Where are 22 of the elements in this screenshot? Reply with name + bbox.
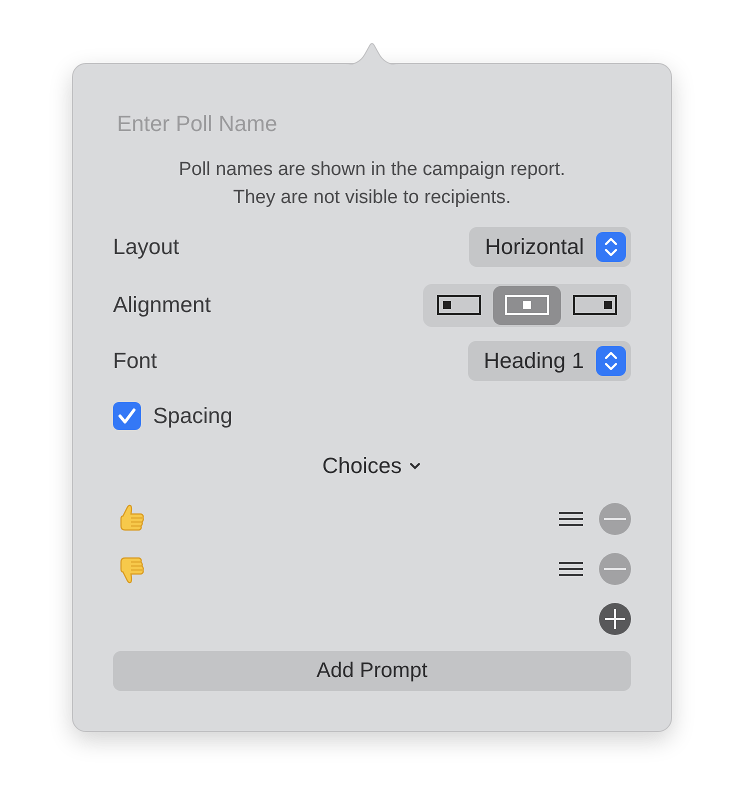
- stepper-icon: [596, 232, 626, 262]
- minus-icon: [604, 517, 626, 521]
- spacing-checkbox[interactable]: [113, 402, 141, 430]
- align-center-icon: [505, 295, 549, 315]
- add-button[interactable]: [599, 603, 631, 635]
- align-left-icon: [437, 295, 481, 315]
- poll-name-field[interactable]: Enter Poll Name: [113, 108, 631, 140]
- plus-icon: [605, 609, 625, 629]
- font-label: Font: [113, 348, 158, 374]
- layout-popup[interactable]: Horizontal: [468, 227, 631, 267]
- drag-handle-icon[interactable]: [559, 561, 583, 577]
- alignment-label: Alignment: [113, 292, 211, 318]
- align-right-icon: [573, 295, 617, 315]
- spacing-label: Spacing: [153, 403, 233, 429]
- layout-label: Layout: [113, 234, 180, 260]
- minus-icon: [604, 567, 626, 571]
- stepper-icon: [596, 346, 626, 376]
- add-prompt-button[interactable]: Add Prompt: [113, 651, 631, 691]
- font-popup[interactable]: Heading 1: [468, 341, 631, 381]
- help-text: Poll names are shown in the campaign report. They are not visible to recipients.: [178, 158, 566, 210]
- drag-handle-icon[interactable]: [559, 511, 583, 527]
- choices-disclosure[interactable]: Choices: [322, 446, 422, 486]
